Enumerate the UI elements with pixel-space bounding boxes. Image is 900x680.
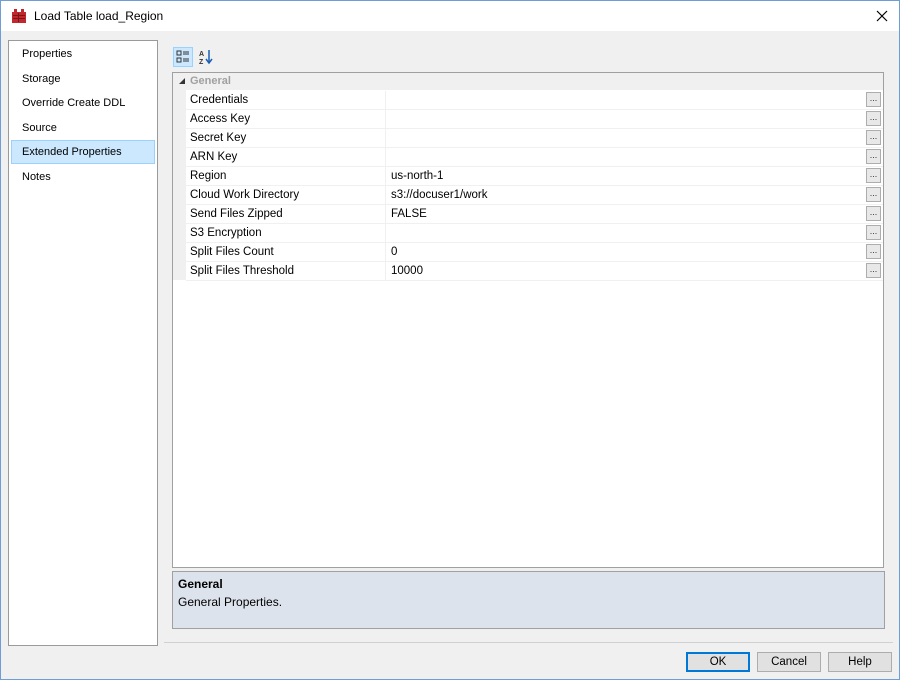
description-panel: General General Properties. [172,571,885,629]
nav-item-override-create-ddl[interactable]: Override Create DDL [11,91,155,115]
property-name: Send Files Zipped [186,205,386,223]
help-button[interactable]: Help [828,652,892,672]
nav-item-storage[interactable]: Storage [11,67,155,91]
nav-item-extended-properties[interactable]: Extended Properties [11,140,155,164]
alphabetical-button[interactable]: A Z [196,47,216,67]
grid-margin [173,90,186,280]
ellipsis-button[interactable]: ... [866,263,881,278]
property-name: ARN Key [186,148,386,166]
property-row-send-files-zipped[interactable]: Send Files Zipped FALSE ... [186,205,883,224]
collapse-triangle-icon[interactable] [178,77,186,85]
ellipsis-button[interactable]: ... [866,187,881,202]
ellipsis-button[interactable]: ... [866,111,881,126]
property-value[interactable]: us-north-1 [386,167,864,185]
property-name: Region [186,167,386,185]
property-value[interactable] [386,129,864,147]
category-row[interactable]: General [173,73,883,90]
title-bar: Load Table load_Region [1,1,899,31]
ellipsis-button[interactable]: ... [866,130,881,145]
dialog-window: Load Table load_Region Properties Storag… [0,0,900,680]
property-value[interactable] [386,110,864,128]
property-name: Credentials [186,91,386,109]
table-icon [12,9,26,23]
ellipsis-button[interactable]: ... [866,206,881,221]
sort-az-icon: A Z [199,50,213,65]
ellipsis-button[interactable]: ... [866,92,881,107]
section-nav: Properties Storage Override Create DDL S… [8,40,158,646]
nav-item-notes[interactable]: Notes [11,165,155,189]
ellipsis-button[interactable]: ... [866,225,881,240]
nav-item-properties[interactable]: Properties [11,42,155,66]
svg-text:A: A [199,51,204,58]
property-value[interactable] [386,148,864,166]
cancel-button[interactable]: Cancel [757,652,821,672]
close-button[interactable] [865,1,899,31]
property-name: Access Key [186,110,386,128]
property-name: Cloud Work Directory [186,186,386,204]
property-row-s3-encryption[interactable]: S3 Encryption ... [186,224,883,243]
property-row-split-files-count[interactable]: Split Files Count 0 ... [186,243,883,262]
property-name: Split Files Count [186,243,386,261]
footer-divider [164,642,893,643]
property-row-arn-key[interactable]: ARN Key ... [186,148,883,167]
close-icon [876,10,888,22]
property-row-region[interactable]: Region us-north-1 ... [186,167,883,186]
property-value[interactable] [386,224,864,242]
property-row-secret-key[interactable]: Secret Key ... [186,129,883,148]
ellipsis-button[interactable]: ... [866,149,881,164]
property-value[interactable]: FALSE [386,205,864,223]
nav-item-source[interactable]: Source [11,116,155,140]
category-label: General [190,75,231,87]
categorized-icon [176,50,189,63]
property-name: Secret Key [186,129,386,147]
property-row-cloud-work-directory[interactable]: Cloud Work Directory s3://docuser1/work … [186,186,883,205]
property-grid: General Credentials ... Access Key ... S… [172,72,884,568]
window-title: Load Table load_Region [34,9,164,23]
property-value[interactable]: s3://docuser1/work [386,186,864,204]
ellipsis-button[interactable]: ... [866,244,881,259]
property-row-access-key[interactable]: Access Key ... [186,110,883,129]
description-title: General [178,577,223,591]
ok-button[interactable]: OK [686,652,750,672]
property-name: S3 Encryption [186,224,386,242]
svg-text:Z: Z [199,59,204,65]
categorized-button[interactable] [173,47,193,67]
property-name: Split Files Threshold [186,262,386,280]
ellipsis-button[interactable]: ... [866,168,881,183]
description-text: General Properties. [178,595,283,609]
property-row-split-files-threshold[interactable]: Split Files Threshold 10000 ... [186,262,883,281]
property-row-credentials[interactable]: Credentials ... [186,91,883,110]
property-value[interactable]: 0 [386,243,864,261]
property-value[interactable] [386,91,864,109]
property-value[interactable]: 10000 [386,262,864,280]
